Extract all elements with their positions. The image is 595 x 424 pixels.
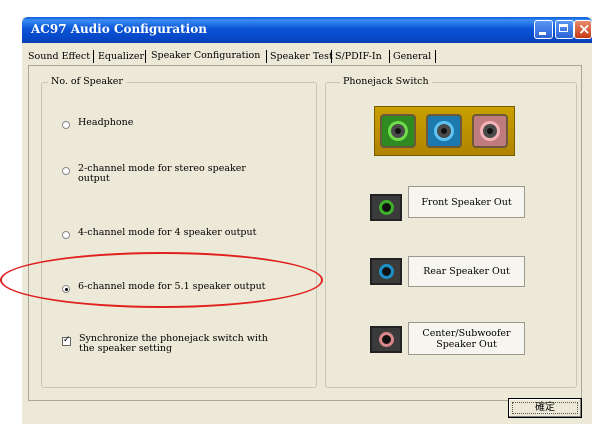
minimize-button[interactable] [534, 20, 553, 39]
radio-label: 2-channel mode for stereo speaker output [78, 163, 246, 184]
rear-jack-icon [370, 258, 402, 285]
tab-divider [145, 50, 146, 63]
tab-equalizer[interactable]: Equalizer [98, 49, 144, 64]
sync-phonejack-checkbox-row[interactable]: Synchronize the phonejack switch withthe… [62, 334, 268, 354]
group-legend: No. of Speaker [48, 76, 126, 87]
close-button[interactable]: × [574, 20, 592, 39]
radio-4-channel[interactable]: 4-channel mode for 4 speaker output [62, 228, 256, 239]
tab-divider [389, 50, 390, 63]
dialog-window: AC97 Audio Configuration × Sound Effect … [22, 17, 592, 424]
tab-spdif-in[interactable]: S/PDIF-In [335, 49, 382, 64]
tab-divider [93, 50, 94, 63]
annotation-ellipse [0, 252, 323, 308]
group-legend: Phonejack Switch [340, 76, 432, 87]
tab-divider [435, 50, 436, 63]
tab-divider [331, 50, 332, 63]
radio-label: Headphone [78, 117, 134, 128]
radio-button[interactable] [62, 231, 70, 239]
tab-general[interactable]: General [393, 49, 431, 64]
tab-speaker-configuration[interactable]: Speaker Configuration [151, 47, 260, 64]
phonejack-panel [374, 106, 515, 156]
front-speaker-out-label: Front Speaker Out [408, 186, 525, 218]
radio-headphone[interactable]: Headphone [62, 118, 133, 129]
pink-jack-icon [472, 114, 508, 148]
radio-button[interactable] [62, 167, 70, 175]
radio-label: 4-channel mode for 4 speaker output [78, 227, 257, 238]
radio-2-channel[interactable]: 2-channel mode for stereo speaker output [62, 164, 246, 184]
tab-speaker-test[interactable]: Speaker Test [270, 49, 333, 64]
blue-jack-icon [426, 114, 462, 148]
ok-button[interactable]: 確定 [508, 398, 582, 418]
center-subwoofer-jack-icon [370, 326, 402, 353]
rear-speaker-out-label: Rear Speaker Out [408, 256, 525, 287]
no-of-speaker-group: No. of Speaker Headphone 2-channel mode … [41, 76, 317, 388]
close-icon: × [578, 20, 591, 38]
title-bar[interactable]: AC97 Audio Configuration × [22, 17, 592, 43]
checkbox-label: Synchronize the phonejack switch with the… [79, 333, 268, 354]
front-jack-icon [370, 194, 402, 221]
maximize-button[interactable] [555, 20, 574, 39]
sync-phonejack-checkbox[interactable] [62, 335, 71, 346]
window-title: AC97 Audio Configuration [31, 22, 207, 36]
radio-button[interactable] [62, 121, 70, 129]
tab-divider [266, 50, 267, 63]
center-subwoofer-out-label: Center/Subwoofer Speaker Out [408, 322, 525, 355]
tab-sound-effect[interactable]: Sound Effect [28, 49, 90, 64]
green-jack-icon [380, 114, 416, 148]
